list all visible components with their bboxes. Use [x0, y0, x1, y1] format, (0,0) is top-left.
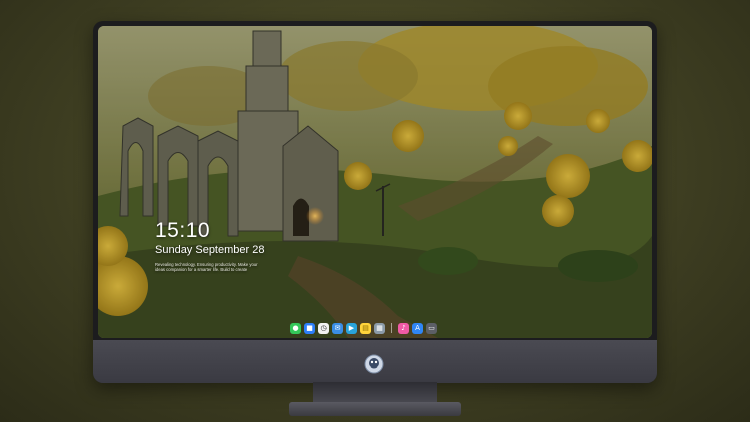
- clapper-icon[interactable]: ▶: [346, 322, 357, 334]
- monitor: 15:10 Sunday September 28 Revealing tech…: [93, 21, 657, 383]
- brand-logo-icon: [364, 354, 384, 374]
- clock-icon[interactable]: ◷: [318, 322, 329, 334]
- notes-icon[interactable]: ▤: [360, 322, 371, 334]
- mail-icon[interactable]: ✉: [332, 322, 343, 334]
- finder-icon[interactable]: ■: [304, 322, 315, 334]
- dock: ● ■ ◷ ✉ ▶ ▤ ▦ ♪ A ▭: [290, 321, 437, 335]
- lockscreen-tagline: Revealing technology. Ensuring productiv…: [155, 262, 258, 272]
- folder-icon[interactable]: ▭: [426, 322, 437, 334]
- wallpaper-ruins-landscape: [98, 26, 652, 338]
- lockscreen-date: Sunday September 28: [155, 244, 265, 256]
- messages-icon[interactable]: ●: [290, 322, 301, 334]
- dock-separator: [391, 323, 392, 333]
- music-icon[interactable]: ♪: [398, 322, 409, 334]
- monitor-stand-base: [289, 402, 461, 416]
- app-store-icon[interactable]: A: [412, 322, 423, 334]
- monitor-stand-neck: [313, 382, 437, 404]
- desktop-screen: 15:10 Sunday September 28 Revealing tech…: [98, 26, 652, 338]
- photos-icon[interactable]: ▦: [374, 322, 385, 334]
- lockscreen-clock: 15:10: [155, 219, 211, 242]
